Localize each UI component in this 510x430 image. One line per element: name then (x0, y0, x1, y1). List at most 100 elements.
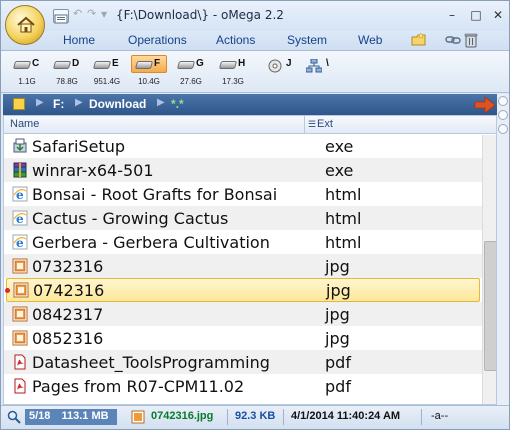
pdf-icon (12, 354, 28, 370)
file-row[interactable]: Datasheet_ToolsProgramming pdf (4, 350, 482, 374)
drive-free-space: 78.8G (56, 77, 78, 86)
file-extension: jpg (325, 329, 350, 348)
file-name: Bonsai - Root Grafts for Bonsai (32, 185, 278, 204)
search-icon[interactable] (7, 410, 21, 424)
home-icon (17, 16, 35, 33)
drive-c-button[interactable]: C 1.1G (7, 55, 47, 91)
file-extension: exe (325, 161, 354, 180)
selection-count-badge: 5/18 113.1 MB (25, 409, 117, 425)
column-ext-header[interactable]: Ext (317, 118, 333, 130)
file-extension: jpg (326, 281, 351, 300)
drive-j-button[interactable]: J (261, 55, 301, 91)
file-row[interactable]: e Cactus - Growing Cactus html (4, 206, 482, 230)
breadcrumb-drive[interactable]: F: (53, 97, 64, 111)
outer-scrollbar[interactable] (497, 94, 509, 405)
tab-operations[interactable]: Operations (128, 33, 187, 47)
quick-access-dropdown-icon[interactable]: ▼ (101, 10, 107, 19)
drive-letter: C (32, 58, 40, 69)
drive-d-button[interactable]: D 78.8G (47, 55, 87, 91)
drive-free-space: 951.4G (93, 77, 121, 86)
tab-actions[interactable]: Actions (216, 33, 255, 47)
file-row[interactable]: SafariSetup exe (4, 134, 482, 158)
scrollbar-thumb[interactable] (484, 241, 496, 371)
link-icon[interactable] (445, 32, 461, 48)
file-row[interactable]: winrar-x64-501 exe (4, 158, 482, 182)
ie-icon: e (12, 186, 28, 202)
drive-network-button[interactable]: \ (301, 55, 341, 91)
column-name-header[interactable]: Name (10, 118, 39, 130)
file-row[interactable]: 0852316 jpg (4, 326, 482, 350)
image-icon (12, 258, 28, 274)
file-extension: html (325, 209, 362, 228)
file-row-selected[interactable]: 0742316 jpg (5, 278, 480, 302)
maximize-button[interactable]: □ (465, 5, 487, 25)
file-name: 0732316 (32, 257, 104, 276)
file-row[interactable]: 0732316 jpg (4, 254, 482, 278)
drive-button-face: \ (303, 55, 339, 73)
image-icon (13, 282, 29, 298)
file-extension: pdf (325, 353, 351, 372)
drive-letter: \ (326, 58, 329, 69)
installer-icon (12, 138, 28, 154)
file-extension: exe (325, 137, 354, 156)
file-name: Datasheet_ToolsProgramming (32, 353, 270, 372)
file-extension: html (325, 233, 362, 252)
app-menu-orb[interactable] (5, 5, 45, 45)
scroll-knob-icon[interactable] (498, 96, 508, 106)
network-drive-icon (305, 58, 323, 77)
file-name: 0842317 (32, 305, 104, 324)
drive-button-face: C (9, 55, 45, 73)
window-menu-icon (54, 14, 68, 24)
go-arrow-icon[interactable] (473, 96, 497, 114)
drive-button-face: F (131, 55, 167, 73)
file-row[interactable]: 0842317 jpg (4, 302, 482, 326)
file-row[interactable]: Pages from R07-CPM11.02 pdf (4, 374, 482, 398)
close-button[interactable]: ✕ (487, 5, 509, 25)
vertical-scrollbar[interactable] (482, 135, 496, 404)
image-icon (12, 330, 28, 346)
breadcrumb-filter[interactable]: *.* (171, 97, 184, 111)
drive-button-face: D (49, 55, 85, 73)
address-bar[interactable]: ▶ F: ▶ Download ▶ *.* (3, 94, 497, 115)
winrar-icon (12, 162, 28, 178)
chevron-right-icon: ▶ (75, 97, 83, 108)
tab-system[interactable]: System (287, 33, 327, 47)
drive-g-button[interactable]: G 27.6G (171, 55, 211, 91)
tab-web[interactable]: Web (358, 33, 382, 47)
column-divider[interactable] (304, 116, 305, 134)
file-name: winrar-x64-501 (32, 161, 154, 180)
hard-drive-icon (176, 61, 196, 69)
file-row[interactable]: e Bonsai - Root Grafts for Bonsai html (4, 182, 482, 206)
status-divider (283, 409, 284, 425)
current-file-size: 92.3 KB (235, 410, 276, 422)
quick-access-button[interactable] (53, 9, 69, 24)
drive-f-button[interactable]: F 10.4G (129, 55, 169, 91)
edit-path-icon[interactable] (13, 98, 25, 110)
cd-drive-icon (268, 58, 282, 77)
minimize-button[interactable]: – (441, 5, 463, 25)
undo-icon[interactable]: ↶ (73, 7, 82, 20)
image-file-icon (131, 410, 145, 424)
file-extension: jpg (325, 257, 350, 276)
status-divider (421, 409, 422, 425)
scroll-knob-icon[interactable] (498, 110, 508, 120)
scroll-knob-icon[interactable] (498, 124, 508, 134)
new-folder-icon[interactable] (411, 32, 427, 48)
drive-bar: C 1.1G D 78.8G E 951.4G F 10.4G G 27.6G H 17.3G J \ (1, 51, 509, 93)
file-row[interactable]: e Gerbera - Gerbera Cultivation html (4, 230, 482, 254)
file-name: Pages from R07-CPM11.02 (32, 377, 245, 396)
selection-count: 5/18 (29, 410, 51, 422)
file-name: Gerbera - Gerbera Cultivation (32, 233, 270, 252)
selection-marker-icon (5, 288, 10, 293)
drive-letter: D (72, 58, 80, 69)
file-name: 0742316 (33, 281, 105, 300)
current-file-name: 0742316.jpg (151, 410, 214, 422)
window-title: {F:\Download\} - oMega 2.2 (116, 8, 284, 22)
drive-h-button[interactable]: H 17.3G (213, 55, 253, 91)
recycle-bin-icon[interactable] (463, 32, 479, 48)
hard-drive-icon (134, 61, 154, 69)
breadcrumb-folder[interactable]: Download (89, 97, 146, 111)
tab-home[interactable]: Home (63, 33, 95, 47)
redo-icon[interactable]: ↷ (87, 7, 96, 20)
drive-e-button[interactable]: E 951.4G (87, 55, 127, 91)
